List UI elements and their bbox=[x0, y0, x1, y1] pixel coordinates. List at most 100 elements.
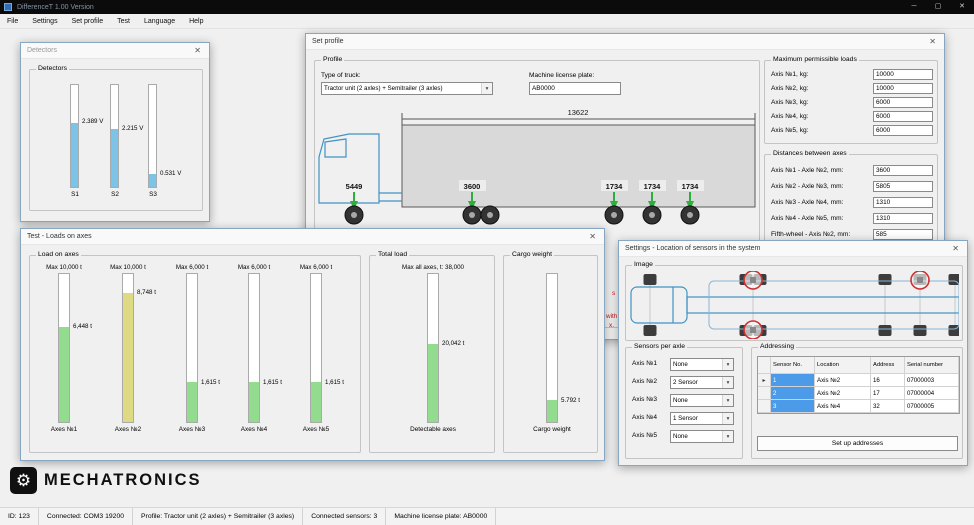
gauge-track bbox=[310, 273, 322, 423]
gauge-track bbox=[58, 273, 70, 423]
cargo-weight-group: Cargo weight 5.792 t Cargo weight bbox=[503, 255, 598, 453]
column-header: Sensor No. bbox=[771, 357, 815, 374]
gauge-fill bbox=[547, 400, 557, 422]
addressing-group-label: Addressing bbox=[758, 343, 796, 350]
axis3-max-load-input[interactable] bbox=[873, 97, 933, 108]
distance-row-label: Axis №4 - Axle №5, mm: bbox=[771, 215, 843, 222]
menu-test[interactable]: Test bbox=[110, 18, 137, 25]
gauge-max-label: Max 10,000 t bbox=[46, 264, 82, 273]
status-id: ID: 123 bbox=[0, 508, 39, 525]
chassis-outline bbox=[687, 297, 959, 313]
gauge-value: 0.531 V bbox=[160, 170, 181, 177]
svg-text:5449: 5449 bbox=[346, 182, 363, 191]
app-icon bbox=[4, 3, 12, 11]
menu-help[interactable]: Help bbox=[182, 18, 210, 25]
distance1-input[interactable] bbox=[873, 165, 933, 176]
sensor-settings-window: Settings - Location of sensors in the sy… bbox=[618, 240, 968, 466]
addressing-table: Sensor No. Location Address Serial numbe… bbox=[757, 356, 960, 414]
table-cell[interactable]: 17 bbox=[871, 387, 905, 400]
column-header: Location bbox=[815, 357, 871, 374]
axis4-sensor-select[interactable]: 1 Sensor▾ bbox=[670, 412, 734, 425]
image-group-label: Image bbox=[632, 261, 655, 268]
settings-titlebar: Settings - Location of sensors in the sy… bbox=[619, 241, 967, 257]
row-selector-icon: ▸ bbox=[758, 374, 771, 387]
gauge-track bbox=[427, 273, 439, 423]
table-cell[interactable]: 16 bbox=[871, 374, 905, 387]
truck-type-value: Tractor unit (2 axles) + Semitrailer (3 … bbox=[322, 83, 481, 94]
table-cell[interactable]: Axis №4 bbox=[815, 400, 871, 413]
axle3-load-gauge: Max 6,000 t 1,615 t Axes №3 bbox=[175, 264, 209, 433]
distance2-input[interactable] bbox=[873, 181, 933, 192]
max-load-row-label: Axis №4, kg: bbox=[771, 113, 809, 120]
distance5-input[interactable] bbox=[873, 229, 933, 240]
detectors-group-label: Detectors bbox=[36, 65, 69, 72]
gauge-axis-label: S1 bbox=[71, 191, 79, 198]
detectors-group: Detectors 2.389 V S1 2.215 V S2 bbox=[29, 69, 203, 211]
cargo-weight-gauge: 5.792 t Cargo weight bbox=[535, 264, 569, 433]
menu-settings[interactable]: Settings bbox=[25, 18, 64, 25]
axis2-max-load-input[interactable] bbox=[873, 83, 933, 94]
gauge-fill bbox=[123, 293, 133, 422]
max-loads-group-label: Maximum permissible loads bbox=[771, 56, 859, 63]
gauge-axis-label: Axes №2 bbox=[115, 426, 141, 433]
total-load-group-label: Total load bbox=[376, 251, 409, 258]
menu-file[interactable]: File bbox=[0, 18, 25, 25]
chevron-down-icon: ▾ bbox=[722, 377, 733, 388]
table-cell[interactable]: 07000005 bbox=[905, 400, 959, 413]
chevron-down-icon: ▾ bbox=[722, 413, 733, 424]
gauge-axis-label: Axes №3 bbox=[179, 426, 205, 433]
gauge-value: 5.792 t bbox=[561, 397, 580, 404]
close-icon[interactable]: ✕ bbox=[192, 46, 203, 55]
profile-group-label: Profile bbox=[321, 56, 344, 63]
distance3-input[interactable] bbox=[873, 197, 933, 208]
minimize-icon[interactable]: ─ bbox=[902, 0, 926, 14]
plate-input[interactable] bbox=[529, 82, 621, 95]
table-cell[interactable]: 07000003 bbox=[905, 374, 959, 387]
table-cell[interactable]: Axis №2 bbox=[815, 374, 871, 387]
axis2-sensor-select[interactable]: 2 Sensor▾ bbox=[670, 376, 734, 389]
table-cell[interactable]: 1 bbox=[771, 374, 815, 387]
table-cell[interactable]: 07000004 bbox=[905, 387, 959, 400]
addressing-group: Addressing Sensor No. Location Address S… bbox=[751, 347, 963, 459]
table-cell[interactable]: Axis №2 bbox=[815, 387, 871, 400]
distance-row-label: Axis №2 - Axle №3, mm: bbox=[771, 183, 843, 190]
menu-language[interactable]: Language bbox=[137, 18, 182, 25]
table-cell[interactable]: 2 bbox=[771, 387, 815, 400]
gauge-fill bbox=[428, 344, 438, 422]
axis-label: Axis №5 bbox=[632, 432, 657, 439]
gauge-value: 2.389 V bbox=[82, 118, 103, 125]
chevron-down-icon: ▾ bbox=[722, 359, 733, 370]
axis5-max-load-input[interactable] bbox=[873, 125, 933, 136]
table-cell[interactable]: 32 bbox=[871, 400, 905, 413]
gauge-value: 1,615 t bbox=[263, 379, 282, 386]
set-up-addresses-button[interactable]: Set up addresses bbox=[757, 436, 958, 451]
menu-set-profile[interactable]: Set profile bbox=[65, 18, 111, 25]
gauge-max-label: Max all axes, t: 38,000 bbox=[402, 264, 464, 273]
warning-text-fragment: with bbox=[606, 313, 617, 320]
axis4-max-load-input[interactable] bbox=[873, 111, 933, 122]
axis1-max-load-input[interactable] bbox=[873, 69, 933, 80]
gauge-fill bbox=[311, 382, 321, 422]
axis5-sensor-select[interactable]: None▾ bbox=[670, 430, 734, 443]
table-corner-cell bbox=[758, 357, 771, 374]
axis3-sensor-select[interactable]: None▾ bbox=[670, 394, 734, 407]
close-icon[interactable]: ✕ bbox=[950, 0, 974, 14]
gauge-track bbox=[248, 273, 260, 423]
detectors-title: Detectors bbox=[27, 47, 57, 54]
maximize-icon[interactable]: ▢ bbox=[926, 0, 950, 14]
table-cell[interactable]: 3 bbox=[771, 400, 815, 413]
detectors-window: Detectors ✕ Detectors 2.389 V S1 bbox=[20, 42, 210, 222]
axis1-sensor-select[interactable]: None▾ bbox=[670, 358, 734, 371]
distance-row-label: Fifth-wheel - Axis №2, mm: bbox=[771, 231, 850, 238]
chevron-down-icon: ▾ bbox=[481, 83, 492, 94]
truck-type-select[interactable]: Tractor unit (2 axles) + Semitrailer (3 … bbox=[321, 82, 493, 95]
distance4-input[interactable] bbox=[873, 213, 933, 224]
gauge-value: 8,748 t bbox=[137, 289, 156, 296]
test-title: Test - Loads on axes bbox=[27, 233, 92, 240]
sensors-per-axle-label: Sensors per axle bbox=[632, 343, 687, 350]
close-icon[interactable]: ✕ bbox=[587, 232, 598, 241]
close-icon[interactable]: ✕ bbox=[950, 244, 961, 253]
close-icon[interactable]: ✕ bbox=[927, 37, 938, 46]
distance-row-label: Axis №3 - Axle №4, mm: bbox=[771, 199, 843, 206]
max-load-row-label: Axis №1, kg: bbox=[771, 71, 809, 78]
